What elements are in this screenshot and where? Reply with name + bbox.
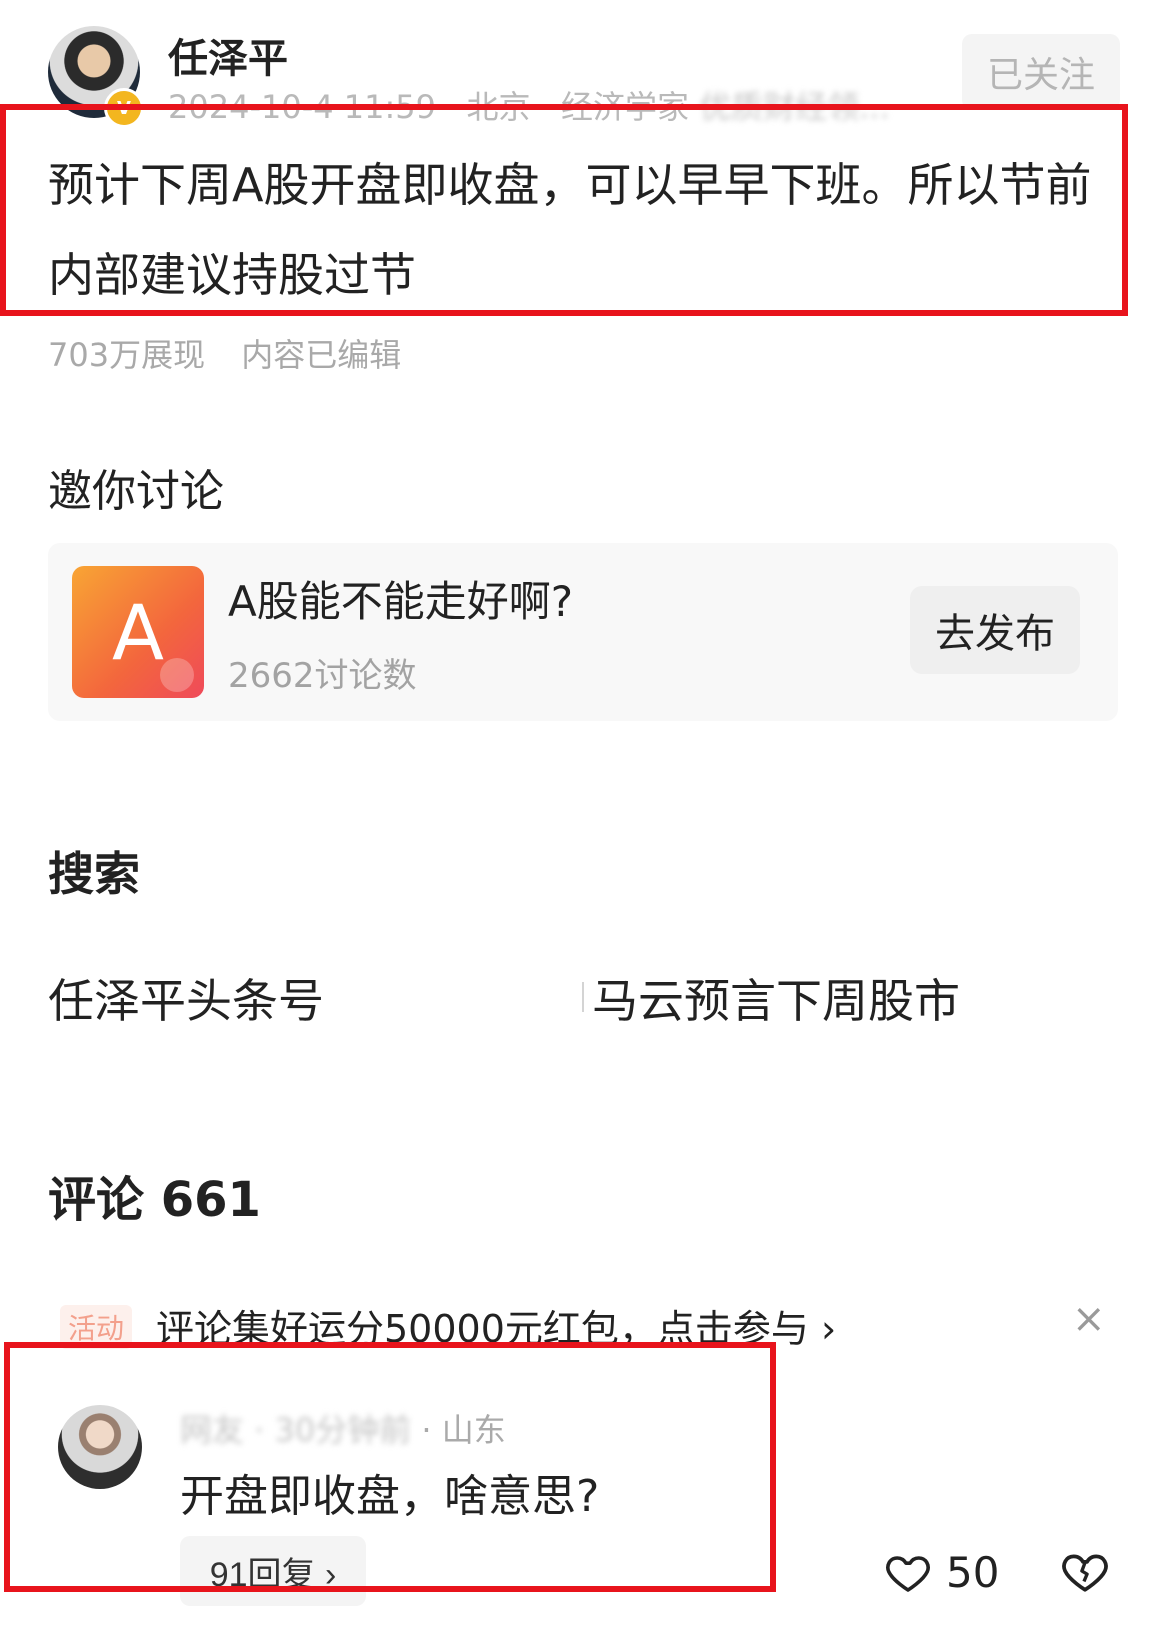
edited-label: 内容已编辑 <box>241 336 402 374</box>
broken-heart-icon[interactable] <box>1060 1546 1110 1596</box>
view-count: 703万展现 <box>48 336 206 374</box>
post-stats: 703万展现 内容已编辑 <box>48 330 401 376</box>
like-count: 50 <box>946 1548 1000 1597</box>
search-query-2[interactable]: 马云预言下周股市 <box>592 965 960 1031</box>
author-name[interactable]: 任泽平 <box>168 26 288 84</box>
topic-title[interactable]: A股能不能走好啊? <box>228 568 573 629</box>
discuss-heading: 邀你讨论 <box>48 466 224 517</box>
search-query-1[interactable]: 任泽平头条号 <box>48 965 324 1031</box>
follow-button[interactable]: 已关注 <box>962 34 1120 110</box>
comments-heading: 评论 661 <box>48 1172 261 1228</box>
close-icon[interactable]: × <box>1072 1296 1106 1342</box>
search-divider <box>582 982 584 1012</box>
topic-a-icon: A <box>72 566 204 698</box>
heart-outline-icon[interactable] <box>884 1548 932 1596</box>
publish-button[interactable]: 去发布 <box>910 586 1080 674</box>
topic-discussion-count: 2662讨论数 <box>228 656 417 696</box>
highlight-box-comment <box>4 1342 776 1592</box>
highlight-box-post <box>0 104 1128 316</box>
topic-icon-letter: A <box>112 587 164 677</box>
search-heading: 搜索 <box>48 847 140 901</box>
